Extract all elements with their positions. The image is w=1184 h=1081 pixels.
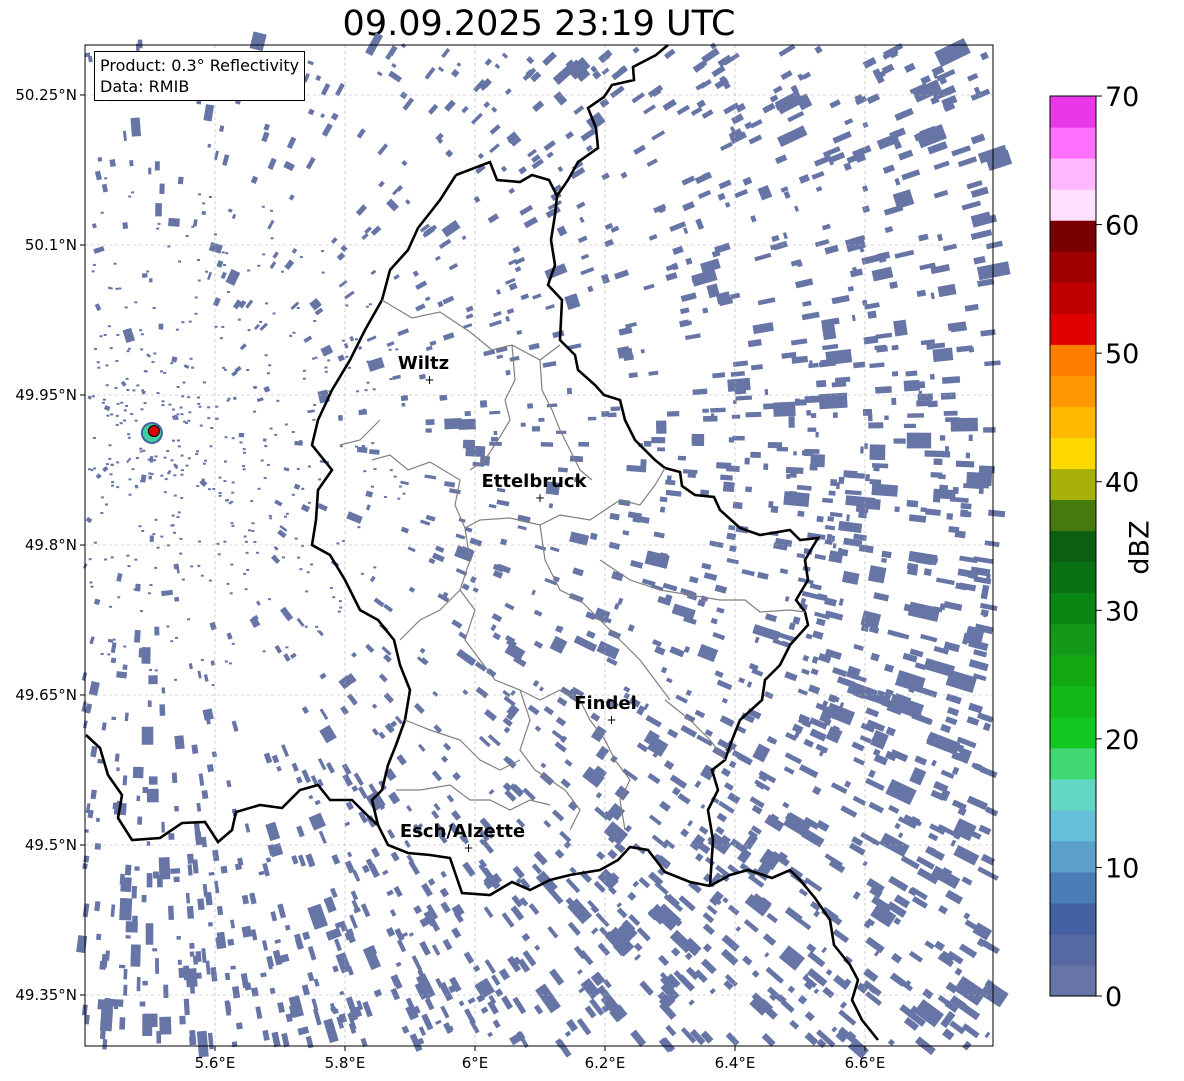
city-marker: + (424, 373, 434, 387)
radar-site (140, 422, 163, 444)
colorbar-segment (1050, 282, 1096, 314)
colorbar-segment (1050, 592, 1096, 625)
colorbar-tick-label: 0 (1105, 982, 1122, 1013)
colorbar-segment (1050, 809, 1096, 842)
colorbar-segment (1050, 530, 1096, 563)
colorbar-tick-label: 30 (1105, 596, 1139, 627)
lon-tick-label: 6.2°E (585, 1054, 626, 1072)
colorbar-segment (1050, 344, 1096, 376)
colorbar-tick-label: 40 (1105, 468, 1139, 499)
colorbar-segment (1050, 251, 1096, 283)
lon-tick-label: 6.6°E (845, 1054, 886, 1072)
colorbar-tick-label: 70 (1105, 82, 1139, 113)
colorbar-segment (1050, 189, 1096, 221)
colorbar-label: dBZ (1124, 520, 1156, 575)
colorbar-segment (1050, 964, 1096, 997)
colorbar-segment (1050, 406, 1096, 438)
colorbar-tick-label: 10 (1105, 853, 1139, 884)
colorbar-segment (1050, 313, 1096, 345)
colorbar-segment (1050, 654, 1096, 687)
city-marker: + (606, 713, 616, 727)
colorbar-segment (1050, 499, 1096, 532)
product-label: Product: 0.3° Reflectivity (100, 56, 300, 75)
longitude-ticks: 5.6°E 5.8°E 6°E 6.2°E 6.4°E 6.6°E (195, 1046, 886, 1072)
city-label: Esch/Alzette (400, 821, 525, 842)
product-info-box: Product: 0.3° Reflectivity Data: RMIB (94, 51, 306, 101)
colorbar-segment (1050, 96, 1096, 128)
lon-tick-label: 6°E (462, 1054, 489, 1072)
colorbar-segment (1050, 375, 1096, 407)
colorbar-segment (1050, 933, 1096, 966)
city-marker: + (535, 491, 545, 505)
lat-tick-label: 49.5°N (25, 836, 77, 854)
city-label: Findel (574, 693, 637, 714)
colorbar-segment (1050, 840, 1096, 873)
colorbar-segment (1050, 902, 1096, 935)
colorbar-segment (1050, 778, 1096, 811)
belgium-france-border (85, 734, 379, 844)
data-source-label: Data: RMIB (100, 77, 190, 96)
colorbar-segment (1050, 623, 1096, 656)
colorbar-segment (1050, 685, 1096, 718)
lat-tick-label: 49.8°N (25, 536, 77, 554)
colorbar-segment (1050, 468, 1096, 501)
city-label: Ettelbruck (481, 471, 587, 492)
colorbar-segment (1050, 747, 1096, 780)
lat-tick-label: 50.25°N (15, 86, 77, 104)
radar-site-marker (147, 425, 160, 437)
colorbar-tick-label: 50 (1105, 339, 1139, 370)
colorbar-segment (1050, 127, 1096, 159)
lat-tick-label: 49.35°N (15, 986, 77, 1004)
colorbar-segment (1050, 561, 1096, 594)
lat-tick-label: 50.1°N (25, 236, 77, 254)
city-label: Wiltz (398, 353, 449, 374)
colorbar-segment (1050, 716, 1096, 749)
city-marker: + (463, 841, 473, 855)
colorbar-segment (1050, 220, 1096, 252)
lon-tick-label: 5.6°E (195, 1054, 236, 1072)
lat-tick-label: 49.95°N (15, 386, 77, 404)
colorbar-tick-label: 20 (1105, 725, 1139, 756)
lon-tick-label: 6.4°E (715, 1054, 756, 1072)
radar-map: +Wiltz+Ettelbruck+Findel+Esch/Alzette 5.… (15, 31, 1139, 1072)
colorbar-tick-label: 60 (1105, 211, 1139, 242)
colorbar-segment (1050, 871, 1096, 904)
latitude-ticks: 50.25°N 50.1°N 49.95°N 49.8°N 49.65°N 49.5°N 4… (15, 86, 85, 1004)
lat-tick-label: 49.65°N (15, 686, 77, 704)
lon-tick-label: 5.8°E (325, 1054, 366, 1072)
colorbar-segment (1050, 437, 1096, 470)
colorbar-segment (1050, 158, 1096, 190)
